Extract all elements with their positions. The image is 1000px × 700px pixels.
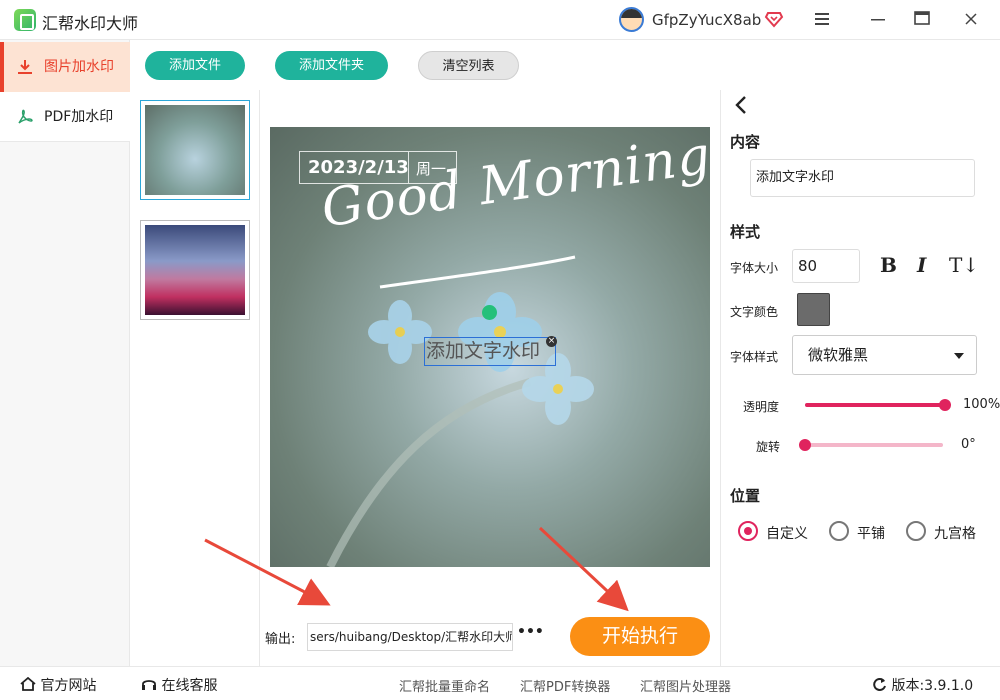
font-style-value: 微软雅黑 bbox=[808, 346, 869, 364]
menu-icon[interactable] bbox=[809, 8, 835, 32]
version-info: 版本:3.9.1.0 bbox=[872, 675, 973, 695]
headset-icon bbox=[142, 680, 156, 690]
image-processor-link[interactable]: 汇帮图片处理器 bbox=[640, 676, 731, 695]
clear-list-button[interactable]: 清空列表 bbox=[418, 51, 519, 80]
watermark-delete-icon[interactable]: × bbox=[546, 336, 557, 347]
position-custom-label[interactable]: 自定义 bbox=[766, 523, 808, 543]
rotation-label: 旋转 bbox=[756, 440, 781, 454]
position-tile-label[interactable]: 平铺 bbox=[857, 523, 885, 543]
pdf-converter-link[interactable]: 汇帮PDF转换器 bbox=[520, 676, 610, 695]
home-icon bbox=[20, 676, 36, 691]
support-link[interactable]: 在线客服 bbox=[141, 675, 217, 695]
add-file-button[interactable]: 添加文件 bbox=[145, 51, 245, 80]
rename-tool-link[interactable]: 汇帮批量重命名 bbox=[399, 676, 490, 695]
vip-diamond-icon[interactable] bbox=[764, 9, 784, 29]
watermark-content-input[interactable]: 添加文字水印 bbox=[750, 159, 975, 197]
nav-pdf-watermark[interactable]: PDF加水印 bbox=[0, 92, 130, 142]
font-size-label: 字体大小 bbox=[730, 261, 779, 275]
opacity-slider-thumb[interactable] bbox=[939, 399, 951, 411]
opacity-slider[interactable] bbox=[805, 403, 945, 407]
text-color-label: 文字颜色 bbox=[730, 305, 779, 319]
website-label: 官方网站 bbox=[40, 678, 97, 694]
text-color-swatch[interactable] bbox=[797, 293, 830, 326]
thumbnail-image bbox=[145, 105, 245, 195]
refresh-icon bbox=[873, 678, 886, 691]
title-bar bbox=[0, 0, 1000, 40]
nav-image-watermark-label: 图片加水印 bbox=[44, 59, 114, 75]
rotation-slider-thumb[interactable] bbox=[799, 439, 811, 451]
close-icon[interactable] bbox=[958, 8, 984, 32]
nav-pdf-watermark-label: PDF加水印 bbox=[44, 109, 114, 125]
output-path-field[interactable]: sers/huibang/Desktop/汇帮水印大师 bbox=[307, 623, 513, 651]
nav-image-watermark[interactable]: 图片加水印 bbox=[0, 42, 130, 92]
back-chevron-icon[interactable] bbox=[734, 95, 748, 121]
position-tile-radio[interactable] bbox=[829, 521, 849, 541]
support-label: 在线客服 bbox=[161, 678, 218, 694]
rotation-value: 0° bbox=[961, 437, 976, 452]
browse-more-button[interactable]: ••• bbox=[517, 624, 544, 640]
maximize-icon[interactable] bbox=[909, 8, 935, 32]
user-avatar[interactable] bbox=[619, 7, 644, 32]
position-grid-radio[interactable] bbox=[906, 521, 926, 541]
font-size-input[interactable]: 80 bbox=[792, 249, 860, 283]
pdf-icon bbox=[18, 109, 33, 124]
italic-button[interactable]: I bbox=[917, 253, 926, 277]
chevron-down-icon bbox=[954, 353, 964, 359]
thumbnail-image bbox=[145, 225, 245, 315]
download-icon bbox=[18, 60, 32, 74]
minimize-icon[interactable] bbox=[865, 8, 891, 32]
rotate-handle[interactable] bbox=[482, 305, 497, 320]
website-link[interactable]: 官方网站 bbox=[20, 675, 96, 695]
app-logo-icon bbox=[14, 9, 36, 31]
opacity-value: 100% bbox=[963, 397, 1000, 412]
content-section-title: 内容 bbox=[730, 133, 761, 151]
font-style-label: 字体样式 bbox=[730, 350, 779, 364]
add-folder-button[interactable]: 添加文件夹 bbox=[275, 51, 388, 80]
thumbnail-item[interactable] bbox=[140, 100, 250, 200]
position-section-title: 位置 bbox=[730, 487, 761, 505]
position-custom-radio[interactable] bbox=[738, 521, 758, 541]
watermark-text-box[interactable]: 添加文字水印 bbox=[424, 337, 556, 366]
position-grid-label[interactable]: 九宫格 bbox=[934, 523, 976, 543]
bold-button[interactable]: B bbox=[880, 253, 897, 277]
username[interactable]: GfpZyYucX8ab bbox=[652, 11, 761, 29]
output-label: 输出: bbox=[265, 632, 296, 647]
rotation-slider[interactable] bbox=[805, 443, 943, 447]
style-section-title: 样式 bbox=[730, 223, 761, 241]
font-style-select[interactable]: 微软雅黑 bbox=[792, 335, 977, 375]
app-title: 汇帮水印大师 bbox=[42, 14, 139, 33]
start-button[interactable]: 开始执行 bbox=[570, 617, 710, 656]
opacity-label: 透明度 bbox=[743, 400, 780, 414]
text-height-button[interactable]: T↓ bbox=[949, 253, 979, 277]
version-label: 版本:3.9.1.0 bbox=[891, 678, 974, 694]
thumbnail-item[interactable] bbox=[140, 220, 250, 320]
